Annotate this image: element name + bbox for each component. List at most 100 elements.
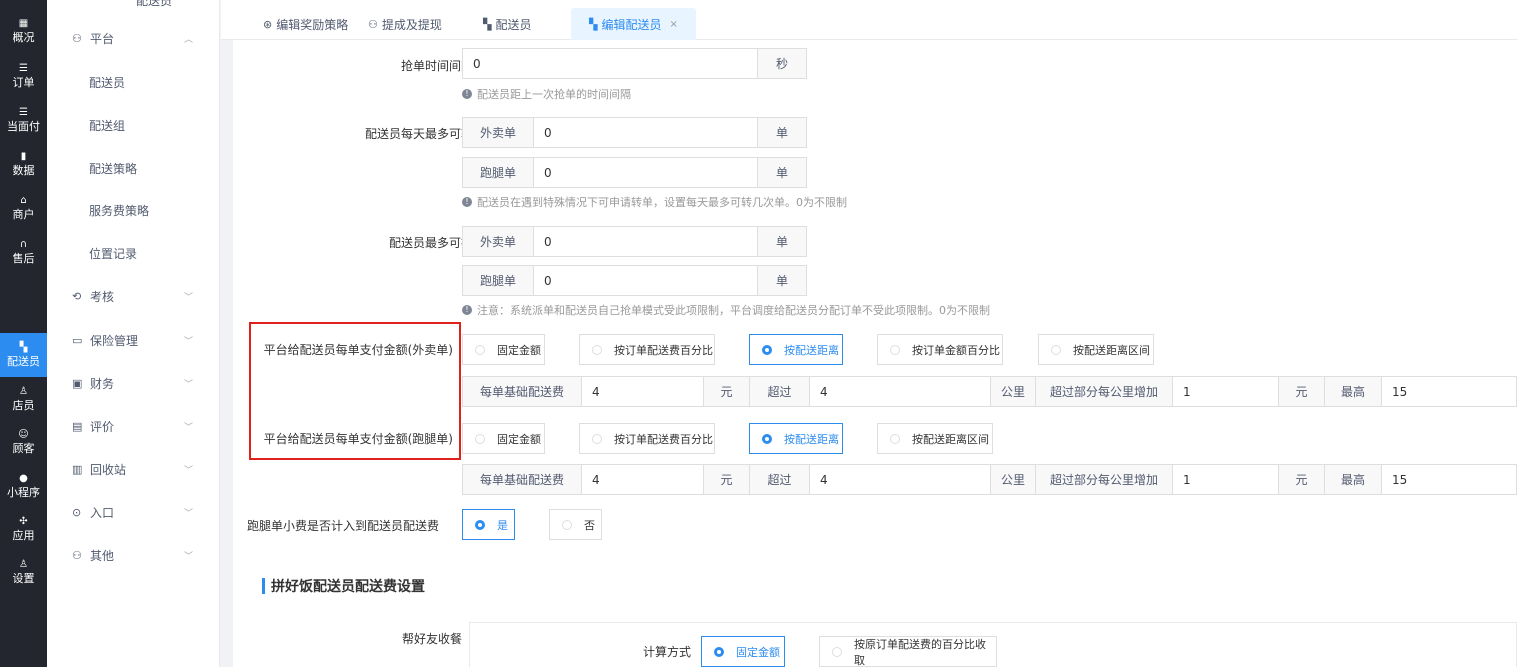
chevron-down-icon: ﹀ — [184, 422, 194, 433]
pay-takeout-option-fee-percent[interactable]: 按订单配送费百分比 — [579, 334, 715, 365]
info-icon: ! — [462, 305, 472, 315]
nav-item-5[interactable]: ∩ 售后 — [0, 230, 47, 274]
tip-included-label: 跑腿单小费是否计入到配送员配送费 — [247, 519, 440, 533]
yuan-addon: 元 — [1278, 376, 1325, 407]
submenu-item-4[interactable]: 位置记录 — [89, 243, 219, 263]
nav-item-2[interactable]: ☰ 当面付 — [0, 98, 47, 142]
user-circle-icon: ☺ — [18, 429, 29, 440]
group-icon: ⟲ — [72, 289, 82, 303]
tab-commission-withdraw[interactable]: ⚇ 提成及提现 — [368, 8, 442, 40]
nav-item-label: 当面付 — [7, 120, 40, 133]
base-fee-label: 每单基础配送费 — [462, 464, 582, 495]
radio-label: 固定金额 — [497, 343, 541, 357]
submenu-group-6[interactable]: ⊙ 入口 ﹀ — [72, 502, 222, 522]
max-transfer-errand-input[interactable]: 0 — [533, 157, 758, 188]
pay-takeout-option-fixed[interactable]: 固定金额 — [462, 334, 545, 365]
info-icon: ! — [462, 197, 472, 207]
submenu-cut-item[interactable]: 配送员 — [136, 0, 172, 9]
submenu-group-1[interactable]: ⟲ 考核 ﹀ — [72, 286, 222, 306]
section-title-text: 拼好饭配送员配送费设置 — [271, 579, 425, 595]
tip-included-no[interactable]: 否 — [549, 509, 602, 540]
submenu-group-2[interactable]: ▭ 保险管理 ﹀ — [72, 330, 222, 350]
group-icon: ▥ — [72, 462, 83, 476]
group-icon: ⊙ — [72, 505, 82, 519]
radio-label: 按配送距离 — [784, 432, 839, 446]
calc-option-fixed[interactable]: 固定金额 — [701, 636, 785, 667]
radio-label: 固定金额 — [497, 432, 541, 446]
pay-takeout-option-distance[interactable]: 按配送距离 — [749, 334, 843, 365]
submenu-item-3[interactable]: 服务费策略 — [89, 200, 219, 220]
takeout-tag: 外卖单 — [462, 226, 534, 257]
pay-errand-option-distance[interactable]: 按配送距离 — [749, 423, 843, 454]
extra-per-km-input[interactable]: 1 — [1172, 376, 1279, 407]
close-icon[interactable]: × — [669, 19, 677, 30]
max-grab-takeout-input[interactable]: 0 — [533, 226, 758, 257]
max-fee-input[interactable]: 15 — [1381, 464, 1517, 495]
radio-label: 按原订单配送费的百分比收取 — [854, 637, 986, 667]
tab-deliverymen[interactable]: ▚ 配送员 — [483, 8, 531, 40]
store-icon: ⌂ — [20, 195, 27, 206]
max-grab-hint: ! 注意：系统派单和配送员自己抢单模式受此项限制，平台调度给配送员分配订单不受此项… — [462, 302, 990, 318]
submenu-item-0[interactable]: 配送员 — [89, 72, 219, 92]
submenu-group-5[interactable]: ▥ 回收站 ﹀ — [72, 459, 222, 479]
tab-label: 提成及提现 — [381, 17, 442, 32]
pay-errand-option-fee-percent[interactable]: 按订单配送费百分比 — [579, 423, 715, 454]
chevron-up-icon: ︿ — [184, 34, 194, 45]
group-label: 评价 — [90, 419, 115, 434]
scooter-icon: ▚ — [589, 17, 598, 31]
tab-edit-deliveryman[interactable]: ▚ 编辑配送员 × — [571, 8, 696, 40]
tip-included-yes[interactable]: 是 — [462, 509, 515, 540]
nav-item-6[interactable]: ▚ 配送员 — [0, 333, 47, 377]
unit-addon: 单 — [757, 157, 807, 188]
calc-option-percent[interactable]: 按原订单配送费的百分比收取 — [819, 636, 997, 667]
submenu-group-3[interactable]: ▣ 财务 ﹀ — [72, 373, 222, 393]
max-fee-input[interactable]: 15 — [1381, 376, 1517, 407]
nav-item-label: 订单 — [12, 76, 35, 89]
hint-text: 配送员距上一次抢单的时间间隔 — [477, 88, 631, 101]
nav-item-9[interactable]: ● 小程序 — [0, 464, 47, 508]
nav-item-label: 设置 — [12, 572, 35, 585]
base-fee-input[interactable]: 4 — [581, 464, 704, 495]
pay-errand-option-fixed[interactable]: 固定金额 — [462, 423, 545, 454]
nav-item-7[interactable]: ♙ 店员 — [0, 377, 47, 421]
nav-item-11[interactable]: ♙ 设置 — [0, 550, 47, 594]
over-km-input[interactable]: 4 — [809, 376, 991, 407]
extra-per-km-input[interactable]: 1 — [1172, 464, 1279, 495]
nav-item-8[interactable]: ☺ 顾客 — [0, 420, 47, 464]
pay-errand-option-distance-range[interactable]: 按配送距离区间 — [877, 423, 993, 454]
nav-item-3[interactable]: ▮ 数据 — [0, 142, 47, 186]
grab-interval-input[interactable]: 0 — [462, 48, 758, 79]
base-fee-input[interactable]: 4 — [581, 376, 704, 407]
tab-edit-reward-strategy[interactable]: ⊛ 编辑奖励策略 — [263, 8, 348, 40]
chevron-down-icon: ﹀ — [184, 336, 194, 347]
radio-dot — [714, 646, 724, 657]
max-transfer-takeout-input[interactable]: 0 — [533, 117, 758, 148]
tab-bar: ⊛ 编辑奖励策略 ⚇ 提成及提现 ▚ 配送员 ▚ 编辑配送员 × — [221, 0, 1517, 40]
radio-dot — [1051, 344, 1061, 355]
submenu-group-4[interactable]: ▤ 评价 ﹀ — [72, 416, 222, 436]
nav-item-1[interactable]: ☰ 订单 — [0, 54, 47, 98]
over-km-input[interactable]: 4 — [809, 464, 991, 495]
nav-item-4[interactable]: ⌂ 商户 — [0, 186, 47, 230]
nav-item-label: 售后 — [12, 252, 35, 265]
radio-label: 按订单金额百分比 — [912, 343, 1000, 357]
chevron-down-icon: ﹀ — [184, 292, 194, 303]
info-icon: ! — [462, 89, 472, 99]
takeout-tag: 外卖单 — [462, 117, 534, 148]
chevron-down-icon: ﹀ — [184, 508, 194, 519]
submenu-item-2[interactable]: 配送策略 — [89, 158, 219, 178]
grab-interval-hint: ! 配送员距上一次抢单的时间间隔 — [462, 86, 631, 102]
title-accent-bar — [262, 578, 265, 594]
nav-item-10[interactable]: ✣ 应用 — [0, 507, 47, 551]
nav-item-label: 应用 — [12, 529, 35, 542]
max-grab-errand-input[interactable]: 0 — [533, 265, 758, 296]
submenu-group-0[interactable]: ⚇ 平台 ︿ — [72, 28, 222, 48]
errand-tag: 跑腿单 — [462, 157, 534, 188]
submenu-item-1[interactable]: 配送组 — [89, 115, 219, 135]
pay-takeout-option-distance-range[interactable]: 按配送距离区间 — [1038, 334, 1154, 365]
submenu-group-7[interactable]: ⚇ 其他 ﹀ — [72, 545, 222, 565]
yuan-addon: 元 — [703, 464, 750, 495]
user-settings-icon: ♙ — [19, 559, 28, 570]
pay-takeout-option-amount-percent[interactable]: 按订单金额百分比 — [877, 334, 1003, 365]
nav-item-0[interactable]: ▦ 概况 — [0, 9, 47, 53]
